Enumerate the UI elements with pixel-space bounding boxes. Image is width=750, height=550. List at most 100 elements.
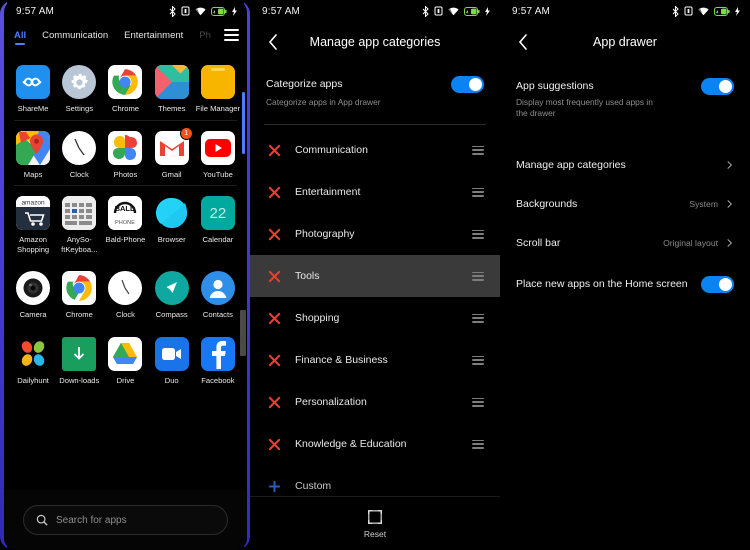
app-grid: ShareMe Settings Chrome Themes File Mana… <box>4 52 247 388</box>
panel-app-drawer-home: 9:57 AM 4 All Communication Entertainmen… <box>0 0 250 550</box>
categorize-apps-toggle[interactable] <box>451 76 484 93</box>
row-scroll-bar[interactable]: Scroll bar Original layout <box>500 223 750 262</box>
drag-handle-icon[interactable] <box>472 313 484 323</box>
app-file-manager[interactable]: File Manager <box>195 65 241 114</box>
drag-handle-icon[interactable] <box>472 397 484 407</box>
drag-handle-icon[interactable] <box>472 439 484 449</box>
bluetooth-icon <box>422 5 429 17</box>
app-anysoftkeyboard[interactable]: AnySo-ftKeyboa... <box>56 196 102 254</box>
drag-handle-icon[interactable] <box>472 271 484 281</box>
category-row-communication[interactable]: Communication <box>250 129 500 171</box>
category-row-finance-business[interactable]: Finance & Business <box>250 339 500 381</box>
categorize-apps-text: Categorize apps Categorize apps in App d… <box>266 74 441 110</box>
app-suggestions-row[interactable]: App suggestions Display most frequently … <box>500 62 750 131</box>
app-browser[interactable]: Browser <box>149 196 195 254</box>
row-label: Manage app categories <box>516 158 626 171</box>
app-contacts[interactable]: Contacts <box>195 271 241 320</box>
category-tab-bar[interactable]: All Communication Entertainment Ph <box>4 22 247 52</box>
tab-all[interactable]: All <box>14 30 26 45</box>
app-clock[interactable]: Clock <box>56 130 102 180</box>
row-label: Backgrounds <box>516 197 578 210</box>
app-label: Themes <box>157 104 186 113</box>
app-suggestions-title: App suggestions <box>516 80 594 92</box>
app-settings[interactable]: Settings <box>56 65 102 114</box>
app-clock-2[interactable]: Clock <box>102 271 148 320</box>
battery-charging-icon: 4 <box>464 6 480 16</box>
app-downloads[interactable]: Down-loads <box>56 336 102 386</box>
chrome-icon <box>62 271 97 305</box>
bluetooth-icon <box>169 5 176 17</box>
back-chevron-icon[interactable] <box>514 33 532 51</box>
row-place-new-apps[interactable]: Place new apps on the Home screen <box>500 262 750 306</box>
tab-communication[interactable]: Communication <box>42 30 108 45</box>
app-label: Bald-Phone <box>105 235 146 244</box>
app-shareme[interactable]: ShareMe <box>10 65 56 114</box>
app-youtube[interactable]: YouTube <box>195 130 241 180</box>
app-baldphone[interactable]: BALD PHONE Bald-Phone <box>102 196 148 254</box>
remove-icon[interactable] <box>268 228 281 241</box>
app-amazon-shopping[interactable]: amazon Amazon Shopping <box>10 196 56 254</box>
calendar-icon: 22 <box>200 196 235 230</box>
scrollbar-indicator-blue[interactable] <box>242 92 245 154</box>
categorize-apps-row[interactable]: Categorize apps Categorize apps in App d… <box>250 62 500 120</box>
back-chevron-icon[interactable] <box>264 33 282 51</box>
app-calendar[interactable]: 22 Calendar <box>195 196 241 254</box>
app-label: Calendar <box>202 235 234 244</box>
reset-label: Reset <box>363 528 387 539</box>
place-new-apps-toggle[interactable] <box>701 275 734 293</box>
drag-handle-icon[interactable] <box>472 355 484 365</box>
app-camera[interactable]: Camera <box>10 271 56 320</box>
category-row-shopping[interactable]: Shopping <box>250 297 500 339</box>
remove-icon[interactable] <box>268 396 281 409</box>
page-title: App drawer <box>593 35 657 49</box>
drag-handle-icon[interactable] <box>472 229 484 239</box>
category-row-photography[interactable]: Photography <box>250 213 500 255</box>
category-row-tools[interactable]: Tools <box>250 255 500 297</box>
app-drive[interactable]: Drive <box>102 336 148 386</box>
bluetooth-icon <box>672 5 679 17</box>
charging-bolt-icon <box>485 6 490 16</box>
reset-button[interactable]: Reset <box>250 496 500 550</box>
app-gmail[interactable]: 1 Gmail <box>149 126 195 180</box>
app-suggestions-subtitle: Display most frequently used apps in the… <box>516 97 653 118</box>
tab-entertainment[interactable]: Entertainment <box>124 30 183 45</box>
app-chrome[interactable]: Chrome <box>102 65 148 114</box>
remove-icon[interactable] <box>268 438 281 451</box>
google-photos-icon <box>108 130 143 165</box>
app-row: Dailyhunt Down-loads Drive Duo Facebook <box>10 330 241 389</box>
chrome-icon <box>108 65 143 99</box>
svg-text:amazon: amazon <box>22 200 46 207</box>
app-compass[interactable]: Compass <box>149 271 195 320</box>
row-manage-app-categories[interactable]: Manage app categories <box>500 145 750 184</box>
scrollbar-thumb[interactable] <box>240 310 246 356</box>
remove-icon[interactable] <box>268 186 281 199</box>
app-photos[interactable]: Photos <box>102 130 148 180</box>
category-row-personalization[interactable]: Personalization <box>250 381 500 423</box>
remove-icon[interactable] <box>268 270 281 283</box>
category-row-knowledge-education[interactable]: Knowledge & Education <box>250 423 500 465</box>
remove-icon[interactable] <box>268 354 281 367</box>
tab-photography[interactable]: Ph <box>199 30 211 45</box>
app-label: Compass <box>155 310 188 319</box>
amazon-shopping-icon: amazon <box>16 196 51 230</box>
drag-handle-icon[interactable] <box>472 145 484 155</box>
hamburger-menu-icon[interactable] <box>224 29 239 41</box>
remove-icon[interactable] <box>268 312 281 325</box>
facebook-icon <box>200 336 235 371</box>
category-row-entertainment[interactable]: Entertainment <box>250 171 500 213</box>
svg-text:PHONE: PHONE <box>116 220 136 226</box>
app-themes[interactable]: Themes <box>149 65 195 114</box>
add-icon[interactable] <box>268 480 281 493</box>
app-duo[interactable]: Duo <box>149 336 195 386</box>
reset-icon <box>368 509 382 524</box>
page-title: Manage app categories <box>309 35 441 49</box>
app-dailyhunt[interactable]: Dailyhunt <box>10 337 56 386</box>
app-maps[interactable]: Maps <box>10 130 56 180</box>
search-input[interactable]: Search for apps <box>23 505 228 535</box>
drag-handle-icon[interactable] <box>472 187 484 197</box>
app-chrome-2[interactable]: Chrome <box>56 271 102 320</box>
app-facebook[interactable]: Facebook <box>195 336 241 386</box>
remove-icon[interactable] <box>268 144 281 157</box>
app-suggestions-toggle[interactable] <box>701 78 734 95</box>
row-backgrounds[interactable]: Backgrounds System <box>500 184 750 223</box>
